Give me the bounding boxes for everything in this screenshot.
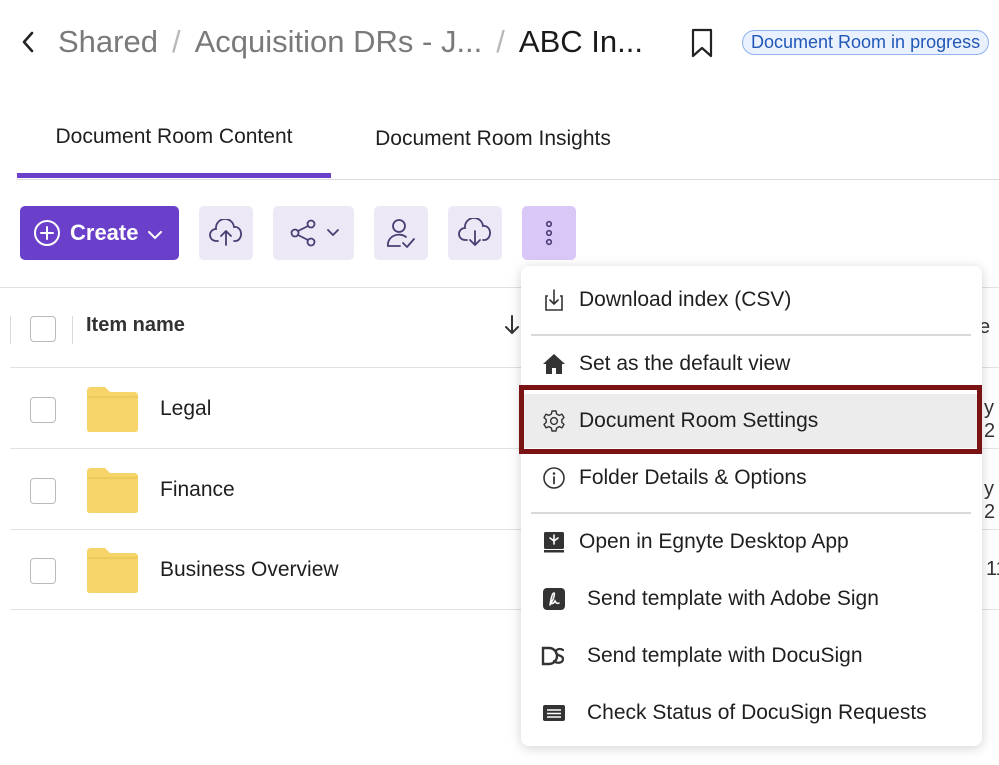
toolbar: Create bbox=[0, 206, 999, 262]
header: Shared / Acquisition DRs - J... / ABC In… bbox=[0, 0, 999, 90]
row-checkbox[interactable] bbox=[30, 478, 56, 504]
more-options-menu: Download index (CSV) Set as the default … bbox=[521, 266, 982, 746]
create-button-label: Create bbox=[70, 220, 139, 245]
menu-item-folder-details[interactable]: Folder Details & Options bbox=[521, 451, 982, 505]
breadcrumb-item-current: ABC In... bbox=[518, 24, 643, 59]
more-options-button[interactable] bbox=[522, 206, 576, 260]
share-icon bbox=[290, 219, 315, 247]
adobe-sign-icon bbox=[541, 586, 567, 612]
row-partial-text: y 2 bbox=[984, 397, 996, 442]
docusign-icon bbox=[541, 643, 567, 669]
more-vertical-icon bbox=[545, 220, 553, 246]
create-button[interactable]: Create bbox=[20, 206, 179, 260]
column-divider bbox=[72, 316, 73, 344]
sort-descending-icon[interactable] bbox=[504, 314, 520, 341]
menu-item-docusign-status[interactable]: Check Status of DocuSign Requests bbox=[521, 686, 982, 740]
folder-icon bbox=[87, 387, 138, 432]
menu-item-label: Document Room Settings bbox=[579, 409, 819, 432]
menu-item-adobe-sign[interactable]: Send template with Adobe Sign bbox=[521, 572, 982, 626]
menu-item-open-desktop-app[interactable]: Open in Egnyte Desktop App bbox=[521, 515, 982, 569]
bookmark-button[interactable] bbox=[688, 26, 716, 60]
breadcrumb: Shared / Acquisition DRs - J... / ABC In… bbox=[58, 22, 643, 62]
menu-item-set-default-view[interactable]: Set as the default view bbox=[521, 337, 982, 391]
menu-item-label: Send template with Adobe Sign bbox=[587, 587, 879, 610]
select-all-checkbox[interactable] bbox=[30, 316, 56, 342]
download-button[interactable] bbox=[448, 206, 502, 260]
menu-divider bbox=[531, 512, 971, 514]
chevron-down-icon bbox=[326, 229, 339, 237]
download-file-icon bbox=[541, 287, 567, 313]
gear-icon bbox=[541, 408, 567, 434]
menu-item-label: Download index (CSV) bbox=[579, 288, 792, 311]
column-header-item-name[interactable]: Item name bbox=[86, 314, 185, 337]
status-badge: Document Room in progress bbox=[742, 30, 990, 55]
bookmark-icon bbox=[691, 28, 713, 58]
menu-item-document-room-settings[interactable]: Document Room Settings bbox=[521, 394, 982, 448]
chevron-left-icon bbox=[22, 31, 34, 53]
list-icon bbox=[541, 700, 567, 726]
tab-bar: Document Room Content Document Room Insi… bbox=[17, 100, 999, 180]
column-divider bbox=[10, 316, 11, 344]
home-icon bbox=[541, 351, 567, 377]
info-icon bbox=[541, 465, 567, 491]
menu-item-label: Send template with DocuSign bbox=[587, 644, 863, 667]
menu-divider bbox=[531, 334, 971, 336]
tab-document-room-content[interactable]: Document Room Content bbox=[17, 100, 331, 178]
row-checkbox[interactable] bbox=[30, 558, 56, 584]
menu-item-download-index[interactable]: Download index (CSV) bbox=[521, 273, 982, 327]
breadcrumb-item-acquisition[interactable]: Acquisition DRs - J... bbox=[195, 24, 483, 60]
upload-icon bbox=[209, 219, 242, 246]
breadcrumb-item-shared[interactable]: Shared bbox=[58, 24, 158, 60]
folder-icon bbox=[87, 548, 138, 593]
breadcrumb-separator: / bbox=[496, 24, 505, 59]
menu-item-label: Folder Details & Options bbox=[579, 466, 807, 489]
assign-user-button[interactable] bbox=[374, 206, 428, 260]
row-name[interactable]: Legal bbox=[160, 397, 211, 421]
breadcrumb-separator: / bbox=[171, 24, 181, 59]
menu-item-label: Check Status of DocuSign Requests bbox=[587, 701, 927, 724]
back-button[interactable] bbox=[14, 24, 42, 60]
desktop-app-icon bbox=[541, 529, 567, 555]
tab-document-room-insights[interactable]: Document Room Insights bbox=[347, 100, 639, 178]
row-name[interactable]: Finance bbox=[160, 478, 235, 502]
share-button[interactable] bbox=[273, 206, 354, 260]
upload-button[interactable] bbox=[199, 206, 253, 260]
row-partial-text: y 2 bbox=[984, 478, 996, 523]
folder-icon bbox=[87, 468, 138, 513]
menu-item-label: Open in Egnyte Desktop App bbox=[579, 530, 849, 553]
menu-item-label: Set as the default view bbox=[579, 352, 791, 375]
assign-user-icon bbox=[387, 219, 415, 248]
download-icon bbox=[458, 218, 491, 246]
row-name[interactable]: Business Overview bbox=[160, 558, 339, 582]
chevron-down-icon bbox=[148, 220, 163, 246]
menu-item-docusign-template[interactable]: Send template with DocuSign bbox=[521, 629, 982, 683]
plus-circle-icon bbox=[34, 220, 60, 246]
row-partial-text: 11 bbox=[986, 558, 999, 580]
row-checkbox[interactable] bbox=[30, 397, 56, 423]
